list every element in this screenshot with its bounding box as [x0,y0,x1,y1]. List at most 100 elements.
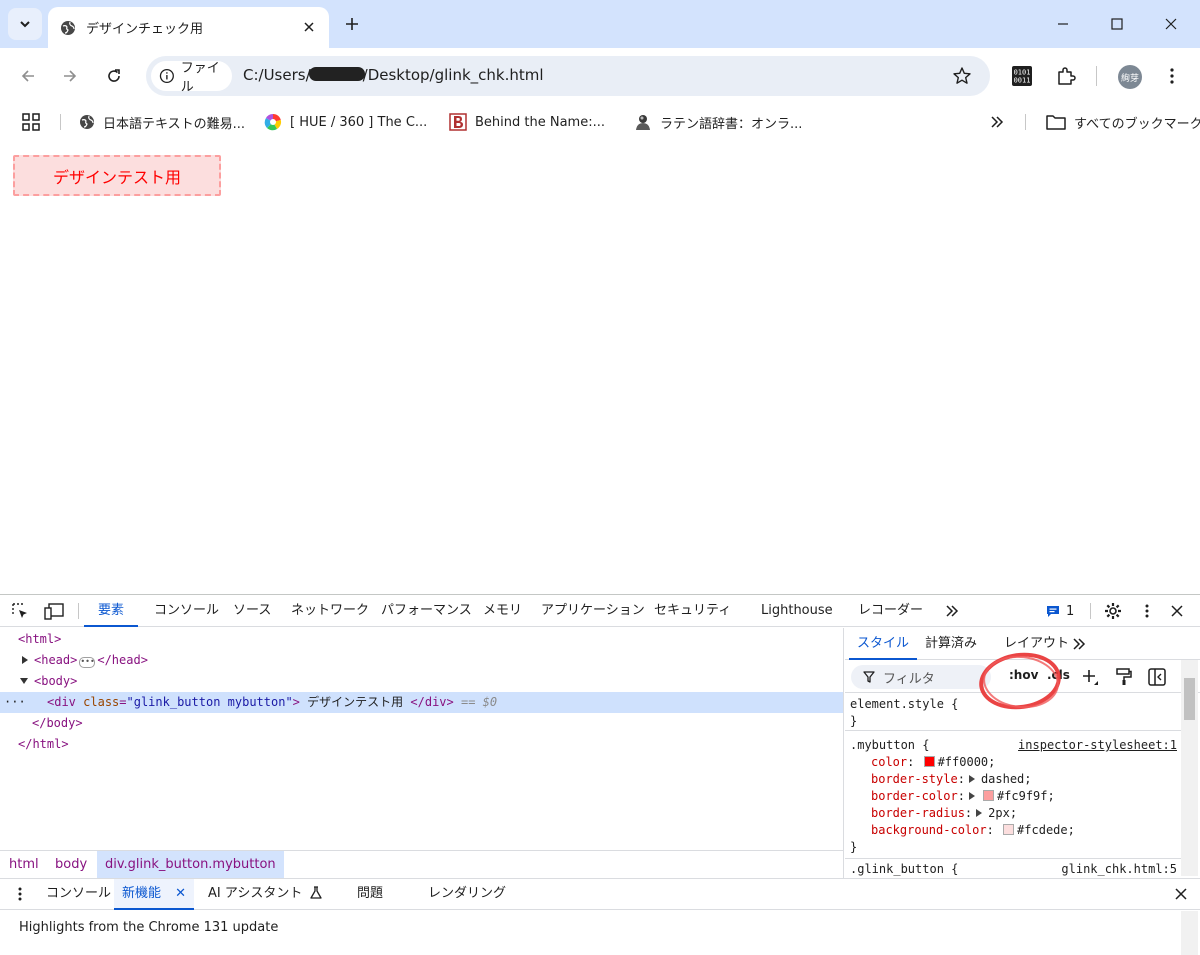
drawer-tab-rendering[interactable]: レンダリング [428,879,506,910]
drawer-tab-whats-new[interactable]: 新機能 ✕ [114,879,195,910]
devtools-more-icon[interactable] [1137,601,1157,621]
bookmark-item[interactable]: ラテン語辞書：オンラ... [634,112,802,132]
node-head[interactable]: <head> ••• </head> [22,650,148,671]
drawer-tab-issues[interactable]: 問題 [357,879,383,910]
prop-border-style[interactable]: border-style: dashed; [871,771,1032,788]
tab-computed[interactable]: 計算済み [925,628,977,660]
inspect-element-icon[interactable] [10,601,30,621]
color-wheel-icon [264,113,282,131]
tab-recorder[interactable]: レコーダー [858,595,923,627]
node-body-close[interactable]: </body> [32,713,83,734]
bookmark-label: [ HUE / 360 ] The C... [290,114,428,130]
glink-source-link[interactable]: glink_chk.html:5 [1061,861,1177,878]
drawer-close-icon[interactable] [1175,888,1187,900]
tab-elements[interactable]: 要素 [84,595,139,627]
globe-icon [80,115,94,129]
drawer-tab-ai-assistant[interactable]: AI アシスタント [208,879,323,910]
minimize-icon[interactable] [1040,0,1086,48]
filter-placeholder: フィルタ [883,671,935,687]
tab-application[interactable]: アプリケーション [541,595,645,627]
node-html[interactable]: <html> [18,629,61,650]
attr-value: "glink_button mybutton" [126,695,293,709]
inspector-stylesheet-link[interactable]: inspector-stylesheet:1 [1018,737,1177,754]
expand-triangle-icon[interactable] [22,656,28,664]
drawer-scrollbar[interactable] [1181,911,1198,955]
color-swatch-icon[interactable] [982,790,994,801]
active-tab[interactable]: デザインチェック用 [48,7,329,48]
breadcrumb-html[interactable]: html [9,851,39,878]
node-html-close[interactable]: </html> [18,734,69,755]
flask-icon [310,886,323,899]
tab-lighthouse[interactable]: Lighthouse [761,595,833,627]
prop-color[interactable]: color: #ff0000; [871,754,995,771]
all-bookmarks-folder[interactable]: すべてのブックマーク [1046,112,1200,132]
devtools-close-icon[interactable] [1167,601,1187,621]
tab-memory[interactable]: メモリ [483,595,522,627]
prop-background-color[interactable]: background-color: #fcdede; [871,822,1075,839]
elements-tree: <html> <head> ••• </head> <body> ··· <div … [0,628,844,850]
filter-funnel-icon [863,671,875,683]
apps-grid-icon[interactable] [22,112,40,132]
tab-console[interactable]: コンソール [154,595,219,627]
bookmark-item[interactable]: 日本語テキストの難易... [79,112,245,132]
info-icon [159,68,174,84]
collapsed-ellipsis-icon[interactable]: ••• [79,657,96,668]
bookmark-item[interactable]: [ HUE / 360 ] The C... [264,112,427,132]
expand-triangle-icon[interactable] [968,792,975,800]
design-test-button[interactable]: デザインテスト用 [13,155,221,196]
tab-sources[interactable]: ソース [233,595,271,627]
binary-extension-icon[interactable]: 0101 0011 [1010,64,1034,88]
bookmark-star-icon[interactable] [952,66,972,86]
maximize-icon[interactable] [1094,0,1140,48]
drawer-menu-icon[interactable] [18,887,22,901]
more-bookmarks-chevron-icon[interactable] [990,112,1004,132]
extensions-puzzle-icon[interactable] [1054,64,1078,88]
prop-name: border-style [871,772,958,786]
node-body[interactable]: <body> [20,671,77,692]
all-bookmarks-label: すべてのブックマーク [1074,116,1200,132]
tab-network[interactable]: ネットワーク [291,595,369,627]
issues-counter[interactable]: 1 [1046,601,1080,621]
row-ellipsis-icon[interactable]: ··· [4,692,26,713]
expand-triangle-icon[interactable] [968,775,975,783]
node-div-selected[interactable]: <div class="glink_button mybutton"> デザイン… [47,692,497,713]
color-swatch-icon[interactable] [1003,824,1015,835]
tab-close-icon[interactable] [301,19,317,35]
color-swatch-icon[interactable] [923,756,935,767]
address-bar[interactable]: ファイル C:/Users/ /Desktop/glink_chk.html [146,56,990,96]
drawer-tab-close-icon[interactable]: ✕ [175,886,186,901]
tab-security[interactable]: セキュリティ [654,595,731,627]
new-tab-icon[interactable] [342,14,362,34]
tab-search-button[interactable] [8,8,42,40]
settings-gear-icon[interactable] [1103,601,1123,621]
toggle-sidebar-icon[interactable] [1148,668,1166,686]
url-text[interactable]: C:/Users/ /Desktop/glink_chk.html [243,66,544,84]
more-panes-chevron-icon[interactable] [1072,637,1086,651]
bookmark-item[interactable]: Behind the Name:... [449,112,605,132]
breadcrumb-div[interactable]: div.glink_button.mybutton [97,851,284,878]
device-toolbar-icon[interactable] [44,601,64,621]
tab-performance[interactable]: パフォーマンス [381,595,472,627]
drawer-tab-console[interactable]: コンソール [46,879,111,910]
styles-scrollbar[interactable] [1181,660,1198,876]
prop-border-color[interactable]: border-color: #fc9f9f; [871,788,1055,805]
drawer-tabbar: コンソール 新機能 ✕ AI アシスタント 問題 レンダリング [0,878,1200,910]
more-vert-icon[interactable] [1160,64,1184,88]
styles-filter-input[interactable]: フィルタ [851,665,991,689]
mybutton-selector: .mybutton { [850,738,930,752]
window-close-icon[interactable] [1148,0,1194,48]
new-rule-plus-icon[interactable] [1081,668,1099,686]
expand-triangle-icon[interactable] [976,809,983,817]
tab-styles[interactable]: スタイル [849,628,918,660]
more-tabs-chevron-icon[interactable] [942,601,962,621]
prop-border-radius[interactable]: border-radius: 2px; [871,805,1017,822]
collapse-triangle-icon[interactable] [20,678,28,684]
site-info-chip[interactable]: ファイル [151,61,232,95]
forward-arrow-icon[interactable] [58,64,82,88]
back-arrow-icon[interactable] [16,64,40,88]
reload-icon[interactable] [102,64,126,88]
breadcrumb-body[interactable]: body [55,851,87,878]
paint-roller-icon[interactable] [1116,668,1132,686]
profile-avatar[interactable]: 絢芽 [1118,65,1142,89]
styles-scrollbar-thumb[interactable] [1184,678,1195,720]
